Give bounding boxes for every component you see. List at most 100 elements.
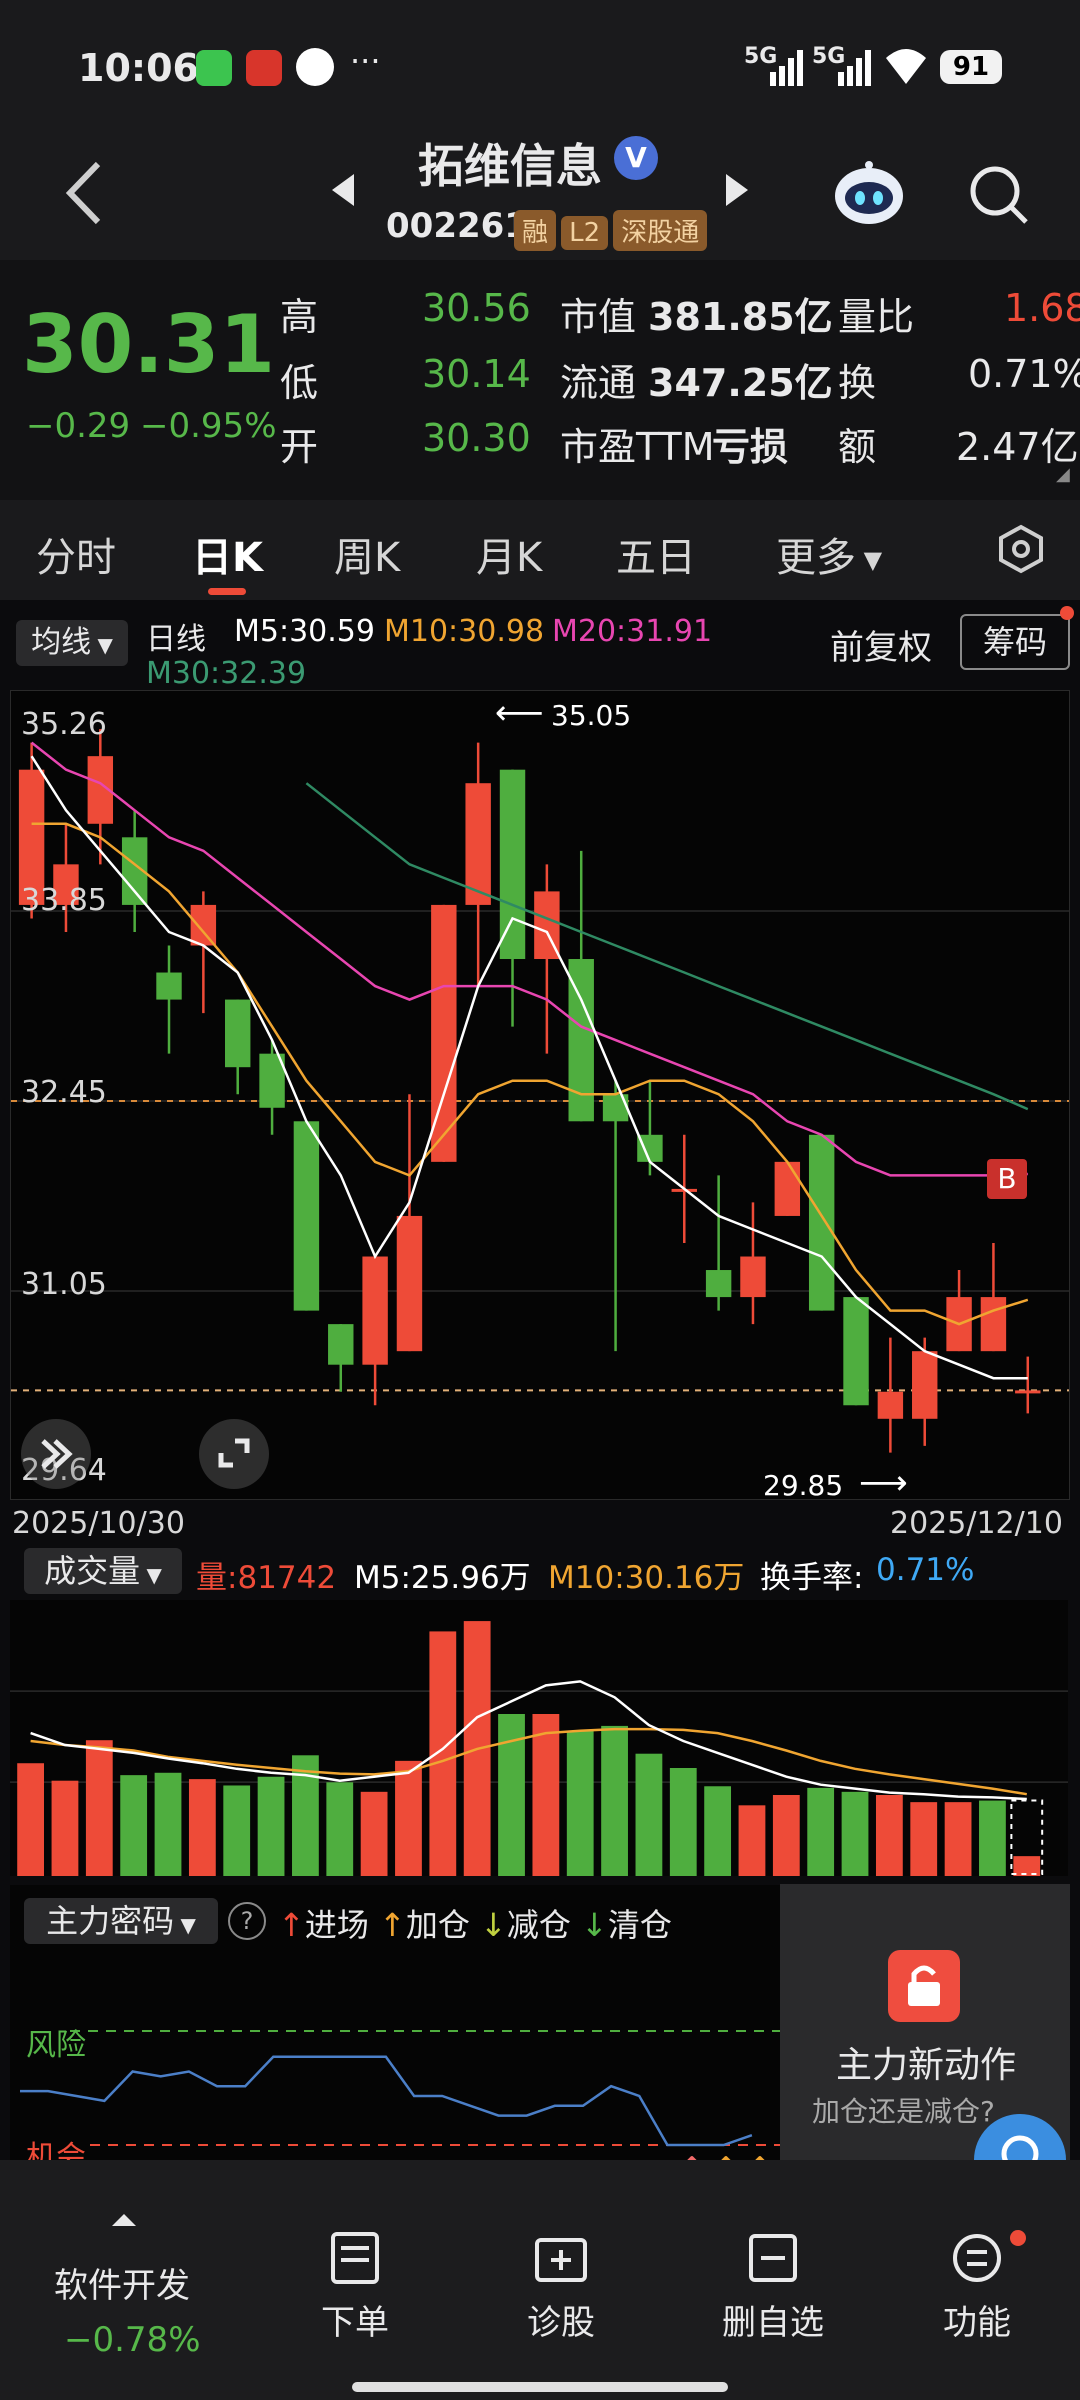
candle-body [877,1391,904,1419]
volume-bar [188,1779,216,1876]
promo-subtitle: 加仓还是减仓? [812,2095,995,2128]
order-label: 下单 [321,2303,389,2343]
tab-more[interactable]: 更多 ▼ [776,525,882,583]
chevron-down-icon: ▼ [856,546,883,574]
active-tab-indicator [208,588,246,595]
diagnose-label: 诊股 [527,2303,595,2343]
volume-bar [120,1775,148,1876]
volume-bar [532,1714,560,1876]
pe-value: 亏损 [712,425,789,469]
turnover-rate-label: 换手率: [760,1560,864,1596]
badge-margin: 融 [514,210,557,251]
low-label: 低 [280,361,319,405]
legend-reduce: 减仓 [506,1906,571,1944]
ma20-line [30,741,1028,1177]
volume-bar [875,1795,903,1876]
volume-bar [738,1805,766,1876]
volume-bar [360,1791,388,1876]
tab-five-day[interactable]: 五日 [616,525,696,583]
search-icon[interactable] [968,164,1030,230]
tab-monthly-k[interactable]: 月K [476,525,542,583]
badge-l2: L2 [561,216,609,250]
candle-body [499,769,526,960]
functions-notification-dot [1010,2230,1026,2246]
candle-body [740,1256,766,1298]
turnover-label: 换 [838,361,877,405]
candle-body [225,999,251,1068]
fast-forward-icon[interactable] [21,1419,91,1489]
tab-intraday[interactable]: 分时 [36,525,116,583]
low-price-marker: 29.85 [763,1469,844,1502]
ma-selector[interactable]: 均线 ▼ [16,620,128,666]
adjust-mode-button[interactable]: 前复权 [830,620,932,669]
badge-row: 融 L2 深股通 [514,210,708,251]
amount-label: 额 [838,425,877,469]
float-cap-value: 347.25亿 [648,361,833,405]
volume-selector[interactable]: 成交量 ▼ [24,1548,182,1594]
main-force-selector[interactable]: 主力密码 ▼ [24,1898,218,1944]
last-price: 30.31 [22,298,276,391]
volume-bar [395,1760,422,1876]
candle-body [843,1297,869,1406]
up-caret-icon [110,2212,138,2232]
home-indicator [352,2382,728,2392]
candle-body [808,1134,835,1311]
sector-index-name[interactable]: 软件开发 [54,2258,190,2307]
diagnose-icon [535,2238,587,2282]
period-label: 日线 [146,622,206,657]
turnover-rate-value: 0.71% [876,1552,975,1588]
functions-button[interactable]: 功能 [922,2230,1032,2344]
amount-value: 2.47亿 [956,425,1079,469]
expand-arrow-icon[interactable]: ◢ [1056,464,1070,485]
next-stock-button[interactable] [722,170,752,214]
sector-index-change: −0.78% [64,2320,201,2360]
battery-indicator: 91 [940,50,1002,84]
low-arrow-icon: ⟶ [859,1463,908,1503]
volume-bar [566,1730,594,1876]
chevron-down-icon: ▼ [91,633,113,657]
high-label: 高 [280,295,319,339]
volume-bar [669,1768,697,1876]
promo-title: 主力新动作 [836,2045,1017,2086]
volume-bar [807,1787,835,1876]
high-arrow-icon: ⟵ [495,693,544,733]
kline-chart[interactable]: 35.26 33.85 32.45 31.05 29.64 35.05 ⟵ 29… [10,690,1070,1503]
remove-watchlist-label: 删自选 [722,2303,824,2343]
volume-chart[interactable] [10,1600,1068,1876]
low-value: 30.14 [422,352,531,396]
status-bar: 10:06 ··· 5G 5G 91 [0,0,1080,130]
volume-bar [601,1725,628,1876]
chart-settings-icon[interactable] [996,524,1046,578]
tab-more-label: 更多 [776,535,856,581]
help-icon[interactable]: ? [228,1902,266,1940]
main-force-selector-label: 主力密码 [46,1902,175,1940]
tab-daily-k[interactable]: 日K [192,525,263,583]
fullscreen-icon[interactable] [199,1419,269,1489]
price-change: −0.29 [26,406,131,446]
order-button[interactable]: 下单 [300,2230,410,2344]
market-cap-value: 381.85亿 [648,295,833,339]
prev-stock-button[interactable] [328,170,358,214]
volume-bar [85,1740,113,1876]
signal-bars-icon [770,50,803,86]
risk-label: 风险 [26,2028,86,2063]
ma5-value: M5:30.59 [234,614,375,649]
tab-weekly-k[interactable]: 周K [334,525,400,583]
buy-signal-marker[interactable]: B [987,1159,1027,1199]
volume-bar [257,1776,285,1876]
stock-header: 拓维信息 V 002261 融 L2 深股通 [0,130,1080,260]
diagnose-button[interactable]: 诊股 [506,2230,616,2344]
arrow-down-green-icon: ↓ [581,1906,608,1944]
volume-bar [704,1786,732,1876]
back-button[interactable] [60,158,110,232]
signal-bars-icon-2 [838,50,871,86]
volume-bar [223,1785,251,1876]
remove-watchlist-button[interactable]: 删自选 [708,2230,838,2344]
volume-bar [154,1772,182,1876]
high-value: 30.56 [422,286,531,330]
robot-assistant-icon[interactable] [832,160,906,230]
legend-enter: 进场 [304,1906,369,1944]
chip-distribution-button[interactable]: 筹码 [960,614,1070,670]
candle-body [912,1351,938,1419]
candle-body [980,1297,1007,1352]
